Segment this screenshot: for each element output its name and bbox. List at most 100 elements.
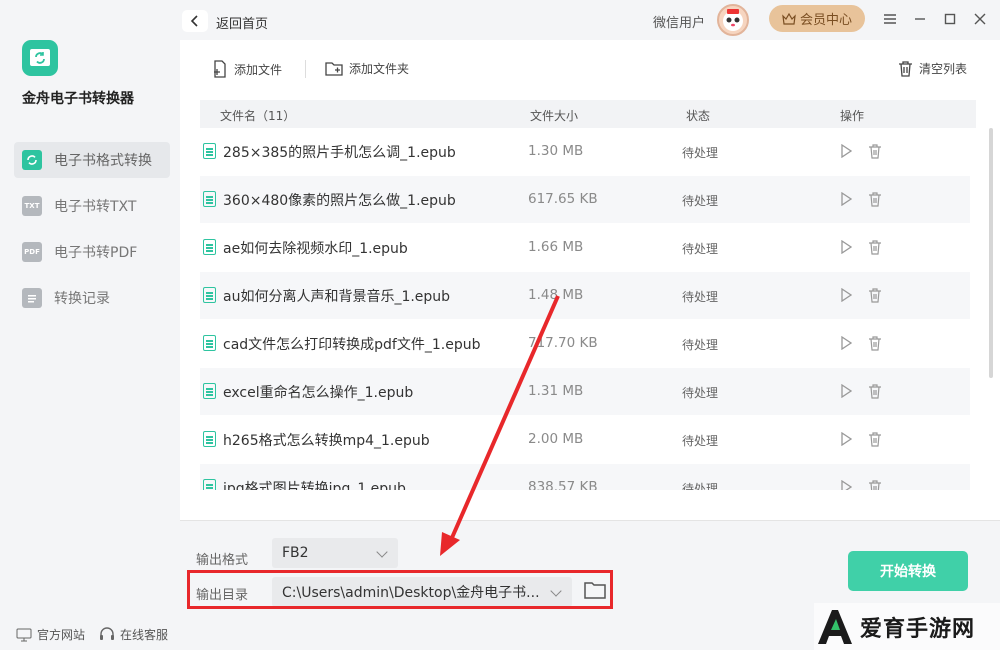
add-folder-icon [325, 61, 343, 76]
play-icon[interactable] [840, 383, 853, 402]
table-row[interactable]: 285×385的照片手机怎么调_1.epub 1.30 MB 待处理 [200, 128, 970, 176]
maximize-icon[interactable] [942, 10, 958, 28]
delete-icon[interactable] [868, 239, 882, 259]
sidebar-item-format-convert[interactable]: 电子书格式转换 [14, 142, 170, 178]
file-name: excel重命名怎么操作_1.epub [223, 385, 414, 401]
history-icon [22, 288, 42, 308]
app-name: 金舟电子书转换器 [22, 91, 134, 107]
output-format-value: FB2 [282, 545, 309, 561]
sidebar-item-label: 电子书转TXT [54, 199, 137, 215]
output-format-label: 输出格式 [196, 553, 249, 568]
user-name: 微信用户 [653, 16, 706, 31]
sidebar-nav: 电子书格式转换 TXT 电子书转TXT PDF 电子书转PDF 转换记录 [14, 142, 170, 326]
file-name: 285×385的照片手机怎么调_1.epub [223, 145, 456, 161]
watermark-logo-icon [818, 609, 852, 644]
file-status: 待处理 [682, 386, 719, 400]
file-size: 1.48 MB [528, 287, 584, 303]
file-icon [203, 143, 216, 159]
add-file-icon [214, 60, 226, 78]
close-icon[interactable] [972, 10, 988, 28]
add-folder-label: 添加文件夹 [349, 62, 410, 76]
file-status: 待处理 [682, 242, 719, 256]
sidebar-item-label: 电子书转PDF [54, 245, 138, 261]
play-icon[interactable] [840, 191, 853, 210]
file-size: 717.70 KB [528, 335, 598, 351]
sidebar-item-to-pdf[interactable]: PDF 电子书转PDF [14, 234, 170, 270]
watermark-text: 爱育手游网 [860, 616, 976, 642]
file-icon [203, 479, 216, 490]
start-convert-button[interactable]: 开始转换 [848, 551, 968, 591]
file-name: ae如何去除视频水印_1.epub [223, 241, 408, 257]
delete-icon[interactable] [868, 431, 882, 451]
app-logo [22, 40, 58, 76]
avatar[interactable] [717, 4, 749, 36]
format-convert-icon [22, 150, 42, 170]
delete-icon[interactable] [868, 143, 882, 163]
sidebar-item-to-txt[interactable]: TXT 电子书转TXT [14, 188, 170, 224]
delete-icon[interactable] [868, 335, 882, 355]
play-icon[interactable] [840, 143, 853, 162]
play-icon[interactable] [840, 479, 853, 490]
column-header-size[interactable]: 文件大小 [530, 107, 578, 124]
file-name: 360×480像素的照片怎么做_1.epub [223, 193, 456, 209]
back-label[interactable]: 返回首页 [216, 13, 268, 32]
pdf-icon: PDF [22, 242, 42, 262]
table-row[interactable]: excel重命名怎么操作_1.epub 1.31 MB 待处理 [200, 368, 970, 416]
clear-list-button[interactable]: 清空列表 [898, 60, 967, 77]
vertical-scrollbar[interactable] [989, 128, 993, 378]
headset-icon [100, 627, 115, 640]
clear-list-label: 清空列表 [919, 62, 968, 76]
sidebar-item-label: 电子书格式转换 [54, 153, 152, 169]
add-file-label: 添加文件 [234, 62, 283, 77]
menu-icon[interactable] [882, 10, 898, 28]
file-status: 待处理 [682, 434, 719, 448]
play-icon[interactable] [840, 335, 853, 354]
add-folder-button[interactable]: 添加文件夹 [325, 60, 409, 77]
table-header: 文件名（11） 文件大小 状态 操作 [200, 100, 976, 128]
file-status: 待处理 [682, 146, 719, 160]
delete-icon[interactable] [868, 383, 882, 403]
table-row[interactable]: ae如何去除视频水印_1.epub 1.66 MB 待处理 [200, 224, 970, 272]
back-button[interactable] [182, 10, 208, 32]
play-icon[interactable] [840, 239, 853, 258]
online-support-label: 在线客服 [120, 628, 169, 642]
column-header-status: 状态 [686, 109, 711, 123]
chevron-down-icon [376, 546, 388, 558]
official-site-label: 官方网站 [37, 628, 86, 642]
delete-icon[interactable] [868, 479, 882, 490]
sidebar-item-history[interactable]: 转换记录 [14, 280, 170, 316]
toolbar-divider [305, 60, 306, 78]
file-status: 待处理 [682, 194, 719, 208]
online-support-link[interactable]: 在线客服 [99, 626, 168, 643]
file-size: 838.57 KB [528, 479, 598, 490]
file-icon [203, 287, 216, 303]
table-row[interactable]: au如何分离人声和背景音乐_1.epub 1.48 MB 待处理 [200, 272, 970, 320]
official-site-link[interactable]: 官方网站 [16, 626, 85, 643]
site-watermark: 爱育手游网 [814, 603, 1000, 650]
column-header-name[interactable]: 文件名（11） [220, 107, 295, 124]
file-size: 2.00 MB [528, 431, 584, 447]
sidebar: 金舟电子书转换器 电子书格式转换 TXT 电子书转TXT PDF 电子书转PDF… [0, 0, 180, 650]
file-size: 617.65 KB [528, 191, 598, 207]
table-row[interactable]: h265格式怎么转换mp4_1.epub 2.00 MB 待处理 [200, 416, 970, 464]
table-row[interactable]: 360×480像素的照片怎么做_1.epub 617.65 KB 待处理 [200, 176, 970, 224]
vip-center-button[interactable]: 会员中心 [769, 5, 865, 32]
file-name: cad文件怎么打印转换成pdf文件_1.epub [223, 337, 481, 353]
top-bar: 返回首页 微信用户 会员中心 [180, 0, 1000, 40]
output-format-select[interactable]: FB2 [272, 538, 398, 568]
file-size: 1.66 MB [528, 239, 584, 255]
file-status: 待处理 [682, 338, 719, 352]
sidebar-item-label: 转换记录 [54, 291, 110, 307]
file-status: 待处理 [682, 290, 719, 304]
table-row[interactable]: cad文件怎么打印转换成pdf文件_1.epub 717.70 KB 待处理 [200, 320, 970, 368]
delete-icon[interactable] [868, 191, 882, 211]
play-icon[interactable] [840, 287, 853, 306]
table-row[interactable]: jpg格式图片转换jpg_1.epub 838.57 KB 待处理 [200, 464, 970, 490]
monitor-icon [16, 628, 32, 641]
minimize-icon[interactable] [912, 10, 928, 28]
trash-icon [899, 61, 912, 77]
add-file-button[interactable]: 添加文件 [212, 60, 282, 78]
delete-icon[interactable] [868, 287, 882, 307]
play-icon[interactable] [840, 431, 853, 450]
vip-label: 会员中心 [799, 13, 852, 28]
